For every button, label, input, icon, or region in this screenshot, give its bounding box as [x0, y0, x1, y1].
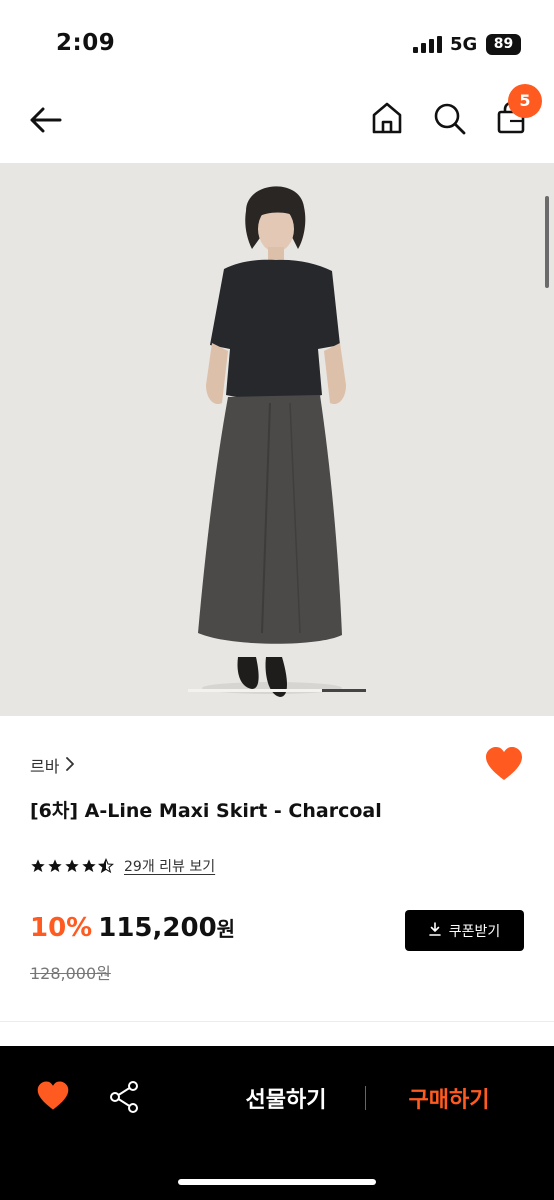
top-navigation — [0, 80, 554, 162]
share-icon[interactable] — [108, 1080, 140, 1114]
wishlist-heart-icon[interactable] — [484, 746, 524, 782]
scrollbar[interactable] — [545, 196, 549, 288]
star-icon — [31, 859, 45, 872]
star-icon — [48, 859, 62, 872]
download-icon — [428, 921, 441, 940]
reviews-link[interactable]: 29개 리뷰 보기 — [124, 856, 215, 876]
like-heart-icon[interactable] — [36, 1080, 70, 1112]
button-separator — [365, 1086, 366, 1110]
coupon-download-button[interactable]: 쿠폰받기 — [405, 910, 524, 951]
price-currency: 원 — [216, 917, 236, 941]
discount-rate: 10% — [30, 913, 93, 943]
gallery-pager-indicator — [322, 689, 366, 692]
signal-icon — [413, 36, 443, 53]
star-rating — [30, 858, 114, 874]
half-star-icon — [98, 858, 114, 874]
status-bar: 2:09 5G 89 — [0, 0, 554, 80]
original-price: 128,000원 — [30, 964, 111, 983]
gift-button[interactable]: 선물하기 — [232, 1082, 340, 1114]
chevron-right-icon — [65, 756, 75, 775]
status-time: 2:09 — [56, 30, 116, 56]
section-divider — [0, 1021, 554, 1022]
buy-button[interactable]: 구매하기 — [396, 1082, 502, 1114]
product-image[interactable] — [0, 163, 554, 716]
price-row: 10% 115,200 원 — [30, 913, 235, 943]
brand-link[interactable]: 르바 — [30, 753, 75, 777]
brand-name: 르바 — [30, 757, 60, 776]
star-icon — [65, 859, 79, 872]
star-icon — [82, 859, 96, 872]
product-photo-illustration — [0, 163, 554, 716]
search-icon[interactable] — [430, 99, 468, 137]
network-type: 5G — [450, 34, 478, 55]
rating-row: 29개 리뷰 보기 — [30, 856, 215, 876]
home-indicator[interactable] — [178, 1179, 376, 1185]
cart-count-badge: 5 — [508, 84, 542, 118]
bottom-action-bar: 선물하기 구매하기 — [0, 1046, 554, 1200]
battery-icon: 89 — [486, 34, 521, 55]
home-icon[interactable] — [368, 99, 406, 137]
sale-price: 115,200 — [98, 913, 217, 943]
product-title: [6차] A-Line Maxi Skirt - Charcoal — [30, 800, 382, 822]
coupon-label: 쿠폰받기 — [448, 923, 501, 940]
back-arrow-icon[interactable] — [26, 100, 66, 140]
